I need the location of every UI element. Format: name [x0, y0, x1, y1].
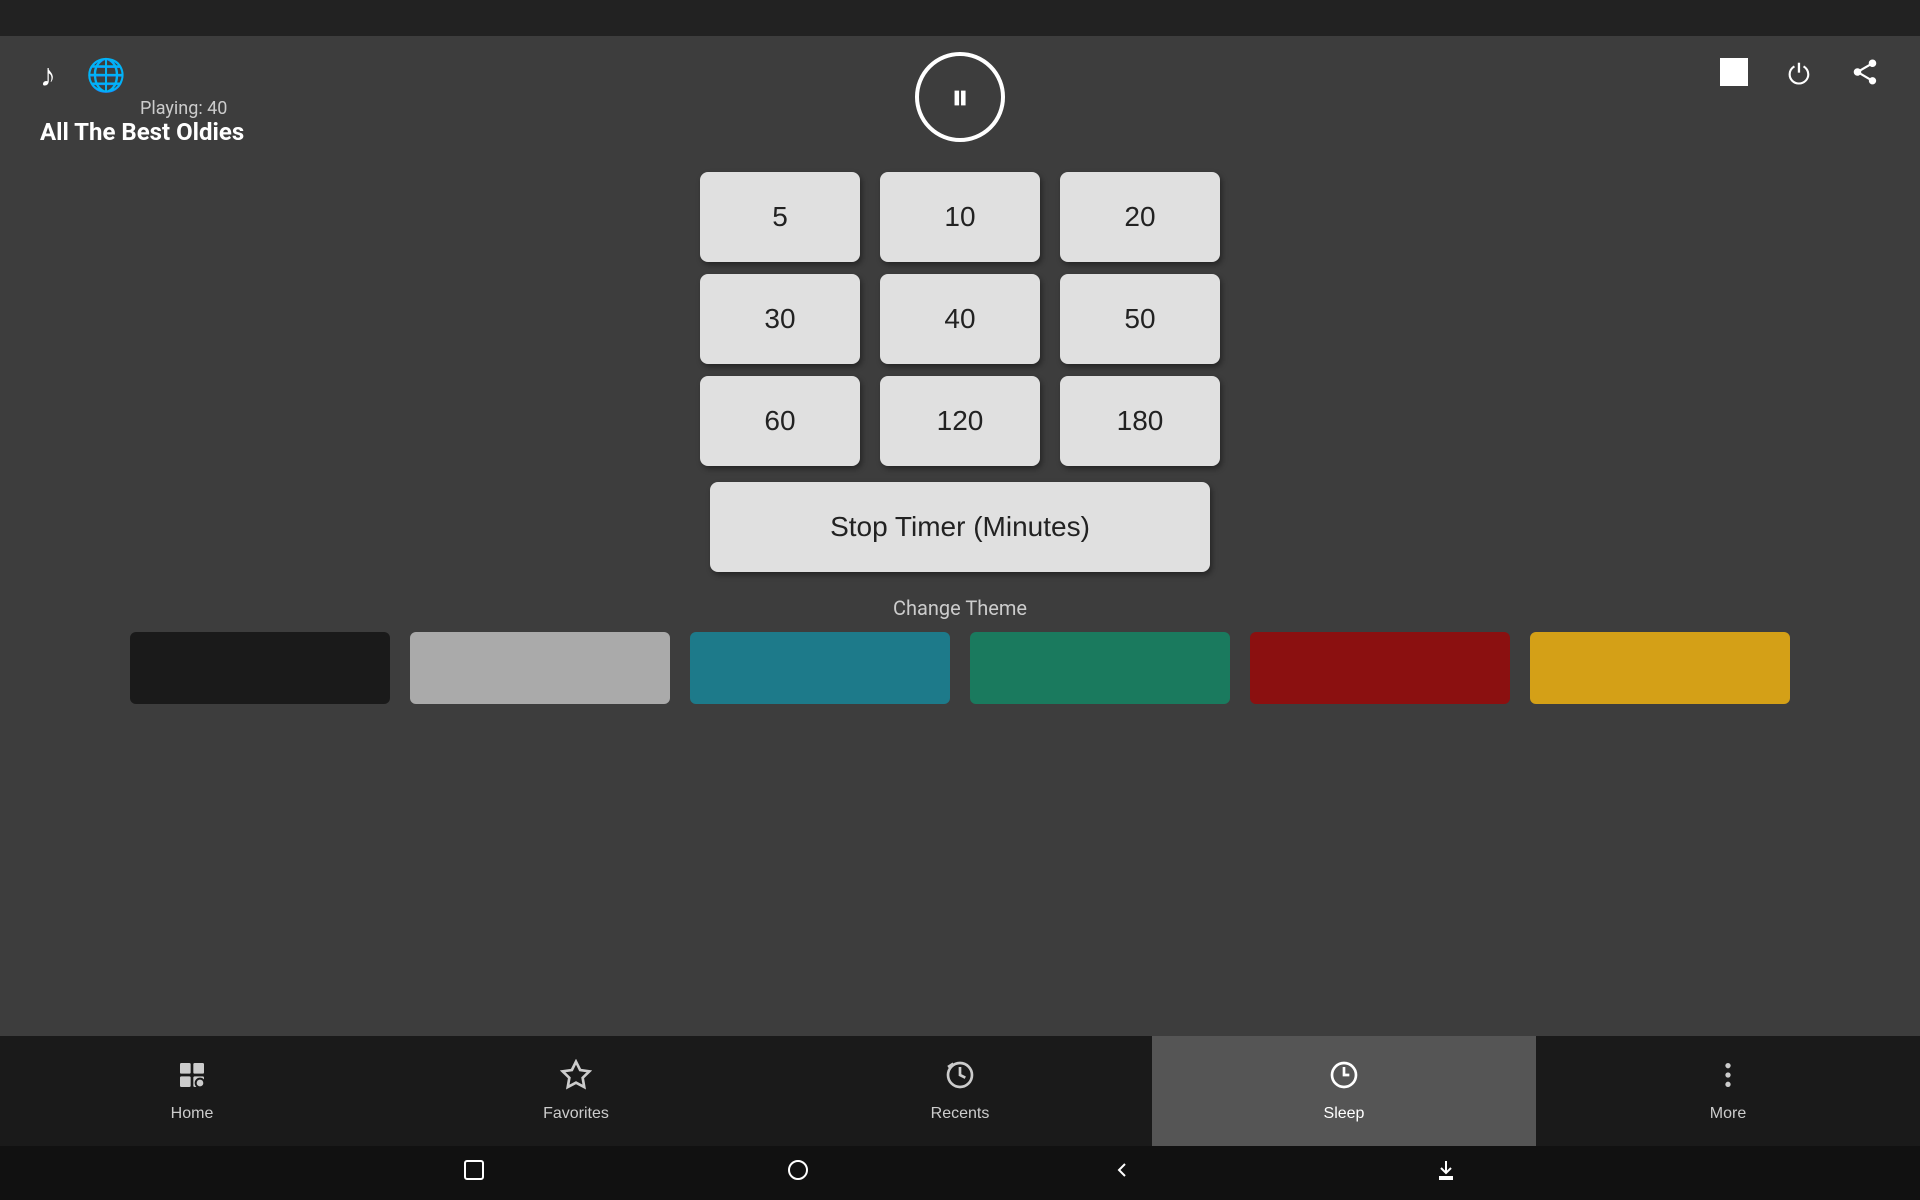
power-button[interactable]: ⏻ [1788, 59, 1810, 92]
pause-button[interactable]: ⏸ [915, 52, 1005, 142]
timer-30-button[interactable]: 30 [700, 274, 860, 364]
header-left: ♪ 🌐 [40, 56, 1720, 94]
bottom-nav: Home Favorites Recents Sleep [0, 1036, 1920, 1146]
timer-row-3: 60 120 180 [700, 376, 1220, 466]
theme-swatch-black[interactable] [130, 632, 390, 704]
theme-swatch-green-teal[interactable] [970, 632, 1230, 704]
theme-swatch-teal[interactable] [690, 632, 950, 704]
timer-section: 5 10 20 30 40 50 60 120 180 Stop Timer (… [0, 172, 1920, 572]
music-icon: ♪ [40, 56, 56, 94]
nav-home[interactable]: Home [0, 1036, 384, 1146]
home-icon [176, 1059, 208, 1099]
android-square-button[interactable] [462, 1158, 486, 1188]
timer-50-button[interactable]: 50 [1060, 274, 1220, 364]
theme-swatch-gray[interactable] [410, 632, 670, 704]
android-home-button[interactable] [786, 1158, 810, 1188]
share-icon [1850, 62, 1880, 93]
timer-row-1: 5 10 20 [700, 172, 1220, 262]
header-right: ⏻ [1720, 57, 1880, 94]
header: ♪ 🌐 Playing: 40 ⏸ ⏻ [0, 36, 1920, 114]
sleep-icon [1328, 1059, 1360, 1099]
nav-recents-label: Recents [931, 1105, 990, 1123]
stop-button[interactable] [1720, 58, 1748, 93]
timer-20-button[interactable]: 20 [1060, 172, 1220, 262]
favorites-icon [560, 1059, 592, 1099]
timer-180-button[interactable]: 180 [1060, 376, 1220, 466]
theme-swatch-red[interactable] [1250, 632, 1510, 704]
stop-icon [1720, 58, 1748, 86]
theme-swatch-yellow[interactable] [1530, 632, 1790, 704]
nav-favorites[interactable]: Favorites [384, 1036, 768, 1146]
timer-120-button[interactable]: 120 [880, 376, 1040, 466]
power-icon: ⏻ [1788, 59, 1810, 90]
android-back-button[interactable] [1110, 1158, 1134, 1188]
pause-icon: ⏸ [951, 79, 969, 115]
nav-recents[interactable]: Recents [768, 1036, 1152, 1146]
status-bar [0, 0, 1920, 36]
main-area: ♪ 🌐 Playing: 40 ⏸ ⏻ [0, 36, 1920, 1036]
playing-info: Playing: 40 [140, 98, 227, 119]
more-icon [1712, 1059, 1744, 1099]
nav-sleep[interactable]: Sleep [1152, 1036, 1536, 1146]
nav-home-label: Home [171, 1105, 214, 1123]
android-nav [0, 1146, 1920, 1200]
android-download-button[interactable] [1434, 1158, 1458, 1188]
theme-section: Change Theme [0, 596, 1920, 704]
timer-5-button[interactable]: 5 [700, 172, 860, 262]
timer-row-2: 30 40 50 [700, 274, 1220, 364]
nav-more[interactable]: More [1536, 1036, 1920, 1146]
stop-timer-button[interactable]: Stop Timer (Minutes) [710, 482, 1210, 572]
nav-sleep-label: Sleep [1324, 1105, 1365, 1123]
timer-40-button[interactable]: 40 [880, 274, 1040, 364]
header-center: ⏸ [915, 52, 1005, 142]
nav-favorites-label: Favorites [543, 1105, 609, 1123]
timer-60-button[interactable]: 60 [700, 376, 860, 466]
theme-colors [110, 632, 1810, 704]
nav-more-label: More [1710, 1105, 1746, 1123]
share-button[interactable] [1850, 57, 1880, 94]
change-theme-label: Change Theme [893, 596, 1027, 620]
globe-icon: 🌐 [86, 56, 126, 94]
timer-10-button[interactable]: 10 [880, 172, 1040, 262]
recents-icon [944, 1059, 976, 1099]
